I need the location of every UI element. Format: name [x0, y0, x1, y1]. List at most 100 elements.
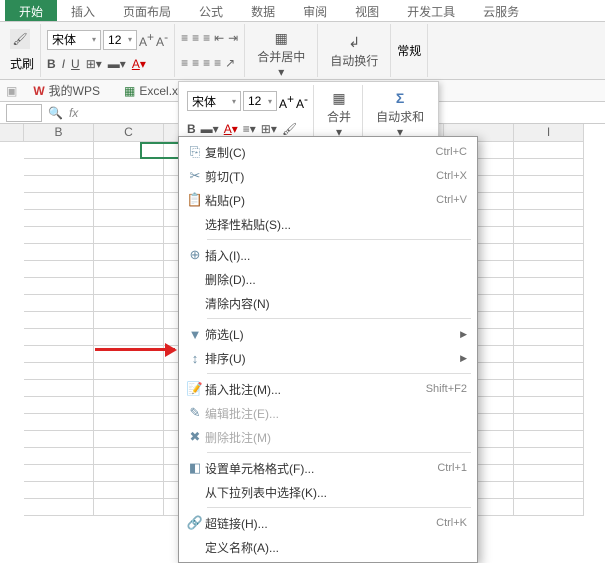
- row-header[interactable]: [0, 414, 24, 431]
- align-top-icon[interactable]: ≡: [181, 31, 188, 45]
- doc-tab-wps[interactable]: W我的WPS: [25, 80, 108, 101]
- mini-fill[interactable]: ▬▾: [201, 122, 219, 136]
- row-header[interactable]: [0, 397, 24, 414]
- cell[interactable]: [514, 142, 584, 159]
- cell[interactable]: [94, 397, 164, 414]
- cell[interactable]: [24, 142, 94, 159]
- mini-inc-font-icon[interactable]: A+: [279, 92, 294, 111]
- align-center-icon[interactable]: ≡: [192, 56, 199, 70]
- cell[interactable]: [24, 312, 94, 329]
- cell[interactable]: [24, 414, 94, 431]
- cell[interactable]: [514, 312, 584, 329]
- cell[interactable]: [514, 329, 584, 346]
- cell[interactable]: [514, 363, 584, 380]
- cell[interactable]: [514, 295, 584, 312]
- row-header[interactable]: [0, 363, 24, 380]
- border-button[interactable]: ⊞▾: [86, 57, 102, 71]
- cell[interactable]: [94, 227, 164, 244]
- cell[interactable]: [94, 261, 164, 278]
- menu-clear[interactable]: 清除内容(N): [179, 291, 477, 315]
- cell[interactable]: [94, 159, 164, 176]
- cell[interactable]: [514, 261, 584, 278]
- cell[interactable]: [24, 431, 94, 448]
- wrap-text-button[interactable]: ↲自动换行: [324, 30, 384, 71]
- cell[interactable]: [514, 414, 584, 431]
- row-header[interactable]: [0, 329, 24, 346]
- row-header[interactable]: [0, 482, 24, 499]
- cell[interactable]: [24, 159, 94, 176]
- cell[interactable]: [514, 227, 584, 244]
- row-header[interactable]: [0, 244, 24, 261]
- cell[interactable]: [514, 278, 584, 295]
- cell[interactable]: [94, 244, 164, 261]
- cell[interactable]: [514, 499, 584, 516]
- tab-review[interactable]: 审阅: [289, 0, 341, 21]
- select-all-cell[interactable]: [0, 124, 24, 142]
- cell[interactable]: [94, 193, 164, 210]
- col-header[interactable]: I: [514, 124, 584, 142]
- cell[interactable]: [24, 363, 94, 380]
- cell[interactable]: [94, 295, 164, 312]
- orient-icon[interactable]: ↗: [225, 56, 235, 70]
- cell[interactable]: [24, 244, 94, 261]
- cell[interactable]: [94, 414, 164, 431]
- italic-button[interactable]: I: [62, 57, 65, 71]
- menu-copy[interactable]: ⎘复制(C)Ctrl+C: [179, 140, 477, 164]
- mini-font-select[interactable]: 宋体▾: [187, 91, 241, 111]
- cell[interactable]: [514, 380, 584, 397]
- cell[interactable]: [24, 210, 94, 227]
- cell[interactable]: [514, 448, 584, 465]
- cell[interactable]: [94, 363, 164, 380]
- menu-filter[interactable]: ▼筛选(L)▶: [179, 322, 477, 346]
- tab-view[interactable]: 视图: [341, 0, 393, 21]
- mini-bold[interactable]: B: [187, 122, 196, 136]
- menu-sort[interactable]: ↕排序(U)▶: [179, 346, 477, 370]
- format-brush-icon[interactable]: 🖌: [10, 29, 30, 49]
- row-header[interactable]: [0, 261, 24, 278]
- menu-define-name[interactable]: 定义名称(A)...: [179, 535, 477, 559]
- cell[interactable]: [94, 482, 164, 499]
- cell[interactable]: [514, 176, 584, 193]
- cell[interactable]: [24, 176, 94, 193]
- search-icon[interactable]: 🔍: [48, 106, 63, 120]
- align-just-icon[interactable]: ≡: [214, 56, 221, 70]
- font-color-button[interactable]: A▾: [132, 57, 146, 71]
- name-box[interactable]: [6, 104, 42, 122]
- cell[interactable]: [514, 244, 584, 261]
- cell[interactable]: [94, 176, 164, 193]
- row-header[interactable]: [0, 312, 24, 329]
- cell[interactable]: [94, 448, 164, 465]
- menu-delete[interactable]: 删除(D)...: [179, 267, 477, 291]
- menu-cut[interactable]: ✂剪切(T)Ctrl+X: [179, 164, 477, 188]
- row-header[interactable]: [0, 431, 24, 448]
- cell[interactable]: [94, 499, 164, 516]
- font-name-select[interactable]: 宋体▾: [47, 30, 101, 50]
- cell[interactable]: [24, 465, 94, 482]
- cell[interactable]: [24, 397, 94, 414]
- tab-start[interactable]: 开始: [5, 0, 57, 21]
- underline-button[interactable]: U: [71, 57, 80, 71]
- mini-size-select[interactable]: 12▾: [243, 91, 277, 111]
- row-header[interactable]: [0, 346, 24, 363]
- indent-inc-icon[interactable]: ⇥: [228, 31, 238, 45]
- cell[interactable]: [24, 193, 94, 210]
- merge-center-button[interactable]: ▦合并居中▾: [251, 26, 311, 81]
- cell[interactable]: [24, 482, 94, 499]
- mini-merge-button[interactable]: ▦合并▾: [321, 86, 357, 141]
- tab-insert[interactable]: 插入: [57, 0, 109, 21]
- cell[interactable]: [94, 431, 164, 448]
- font-size-select[interactable]: 12▾: [103, 30, 137, 50]
- row-header[interactable]: [0, 210, 24, 227]
- menu-paste-special[interactable]: 选择性粘贴(S)...: [179, 212, 477, 236]
- bold-button[interactable]: B: [47, 57, 56, 71]
- cell[interactable]: [94, 210, 164, 227]
- align-left-icon[interactable]: ≡: [181, 56, 188, 70]
- cell[interactable]: [94, 329, 164, 346]
- align-right-icon[interactable]: ≡: [203, 56, 210, 70]
- mini-brush-icon[interactable]: 🖌: [282, 122, 297, 136]
- cell[interactable]: [24, 329, 94, 346]
- tab-formula[interactable]: 公式: [185, 0, 237, 21]
- cell[interactable]: [94, 465, 164, 482]
- cell[interactable]: [24, 499, 94, 516]
- cell[interactable]: [24, 380, 94, 397]
